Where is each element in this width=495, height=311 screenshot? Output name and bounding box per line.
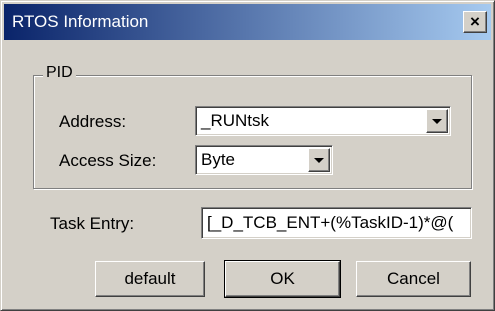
task-entry-input[interactable]: [_D_TCB_ENT+(%TaskID-1)*@(	[201, 207, 472, 239]
ok-button[interactable]: OK	[224, 260, 341, 298]
address-value: _RUNtsk	[201, 111, 270, 130]
access-size-combobox[interactable]: Byte	[195, 145, 333, 175]
access-size-dropdown-button[interactable]	[308, 148, 330, 172]
rtos-information-dialog: RTOS Information × PID Address: _RUNtsk …	[0, 0, 495, 311]
chevron-down-icon	[432, 119, 442, 124]
address-combobox[interactable]: _RUNtsk	[195, 106, 451, 136]
address-dropdown-button[interactable]	[426, 109, 448, 133]
access-size-label: Access Size:	[59, 151, 157, 170]
task-entry-value: [_D_TCB_ENT+(%TaskID-1)*@(	[207, 213, 454, 232]
cancel-button[interactable]: Cancel	[356, 261, 471, 297]
pid-group-legend: PID	[43, 64, 76, 82]
access-size-value: Byte	[201, 150, 236, 169]
title-bar[interactable]: RTOS Information ×	[4, 4, 491, 40]
close-button[interactable]: ×	[463, 11, 487, 33]
chevron-down-icon	[314, 158, 324, 163]
close-icon: ×	[470, 12, 480, 31]
address-label: Address:	[59, 112, 127, 131]
default-button[interactable]: default	[95, 261, 205, 297]
task-entry-label: Task Entry:	[50, 214, 135, 233]
window-title: RTOS Information	[12, 12, 149, 31]
